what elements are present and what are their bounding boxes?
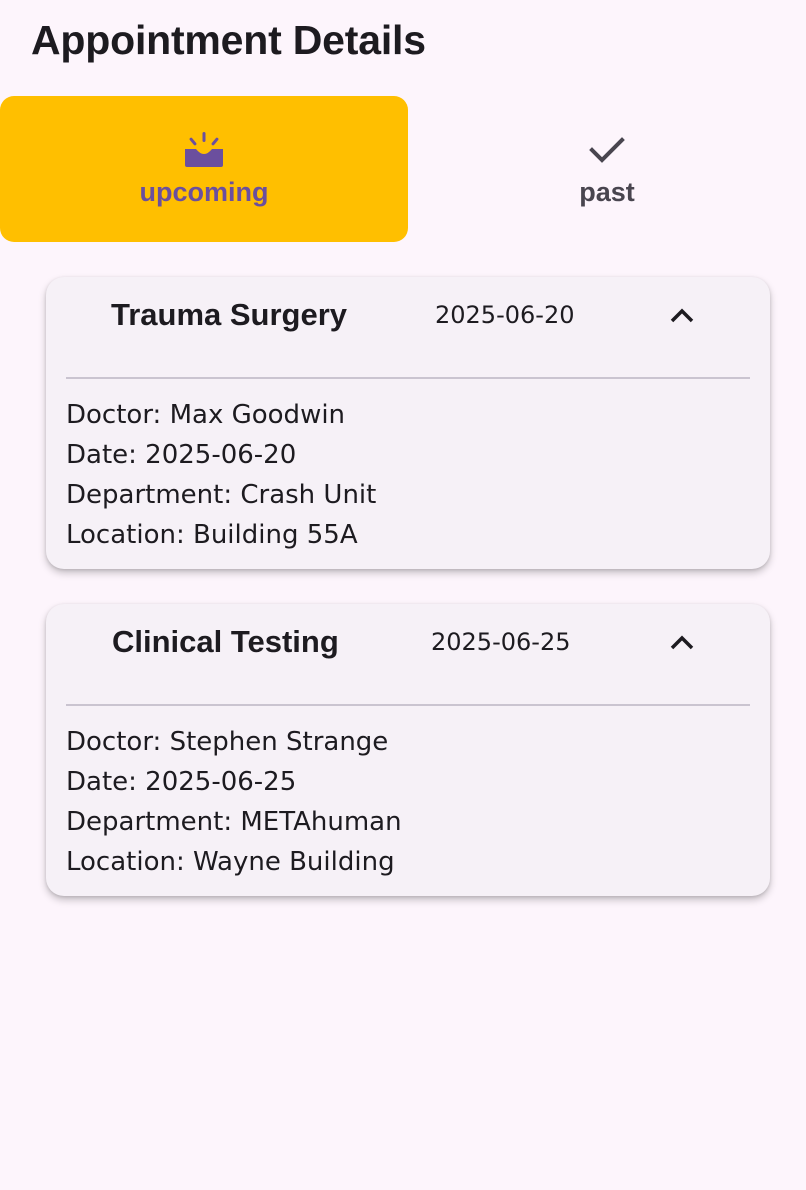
tab-upcoming-label: upcoming	[139, 176, 269, 207]
detail-department: Department: Crash Unit	[66, 480, 377, 510]
detail-date: Date: 2025-06-25	[66, 767, 297, 797]
appointment-title: Trauma Surgery	[111, 297, 348, 332]
appointment-details: Doctor: Stephen Strange Date: 2025-06-25…	[66, 722, 402, 882]
detail-location: Location: Wayne Building	[66, 847, 395, 877]
detail-location: Location: Building 55A	[66, 520, 358, 550]
chevron-up-icon	[670, 308, 694, 323]
appointment-date: 2025-06-20	[435, 301, 575, 329]
appointment-title: Clinical Testing	[112, 624, 339, 659]
appointment-tabs: upcoming past	[0, 96, 806, 242]
detail-doctor: Doctor: Max Goodwin	[66, 400, 346, 430]
divider	[66, 377, 750, 379]
collapse-button[interactable]	[660, 295, 704, 335]
upcoming-icon	[185, 131, 223, 167]
tab-past-label: past	[579, 176, 635, 207]
chevron-up-icon	[670, 635, 694, 650]
detail-date: Date: 2025-06-20	[66, 440, 297, 470]
appointment-details: Doctor: Max Goodwin Date: 2025-06-20 Dep…	[66, 395, 376, 555]
detail-department: Department: METAhuman	[66, 807, 402, 837]
tab-upcoming[interactable]: upcoming	[0, 96, 408, 242]
check-icon	[589, 136, 625, 163]
page-title: Appointment Details	[31, 17, 426, 63]
divider	[66, 704, 750, 706]
appointment-card: Clinical Testing 2025-06-25 Doctor: Step…	[46, 604, 770, 896]
tab-past[interactable]: past	[408, 96, 806, 242]
appointment-date: 2025-06-25	[431, 628, 571, 656]
collapse-button[interactable]	[660, 622, 704, 662]
detail-doctor: Doctor: Stephen Strange	[66, 727, 389, 757]
appointment-card: Trauma Surgery 2025-06-20 Doctor: Max Go…	[46, 277, 770, 569]
